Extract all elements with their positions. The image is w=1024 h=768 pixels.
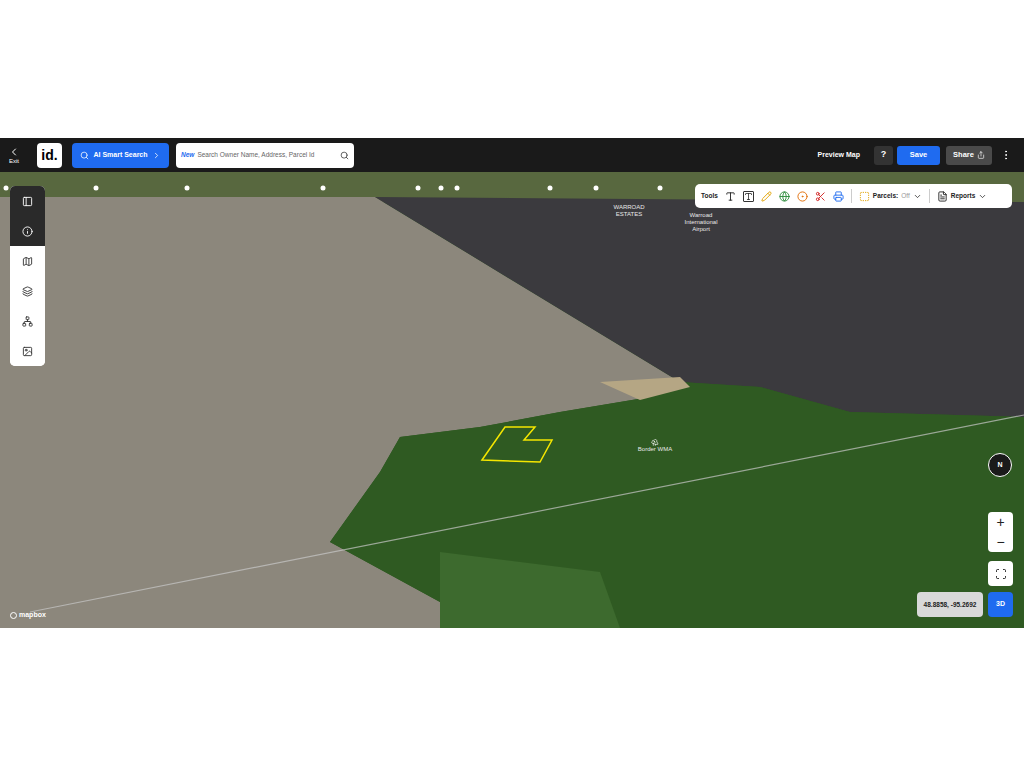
- terrain-drawing: [0, 172, 1024, 628]
- ai-search-button[interactable]: AI Smart Search: [72, 143, 169, 168]
- zoom-controls: +−: [988, 512, 1013, 552]
- road-shield: [548, 186, 553, 191]
- side-tool[interactable]: [10, 246, 45, 276]
- parcel-icon: [859, 191, 870, 202]
- road-shield: [439, 186, 444, 191]
- tool-icon: [22, 256, 33, 267]
- search-icon: [340, 151, 349, 160]
- road-shield: [594, 186, 599, 191]
- parcel-outline[interactable]: [482, 427, 552, 462]
- chevron-icon: [152, 151, 161, 160]
- divider: [929, 189, 930, 203]
- chevron-down-icon: [913, 192, 922, 201]
- back-icon: [8, 146, 20, 158]
- report-icon: [937, 191, 948, 202]
- road-shield: [658, 186, 663, 191]
- side-tool[interactable]: [10, 216, 45, 246]
- road-shield: [4, 186, 9, 191]
- divider: [851, 189, 852, 203]
- tool-icon: [22, 346, 33, 357]
- zoom-out-button[interactable]: −: [988, 532, 1013, 552]
- globe-icon[interactable]: [779, 191, 790, 202]
- scissors-icon[interactable]: [815, 191, 826, 202]
- chevron-down-icon: [978, 192, 987, 201]
- tool-icon: [22, 286, 33, 297]
- map-toolbar: ToolsParcels:OffReports: [695, 184, 1012, 208]
- road-shield: [94, 186, 99, 191]
- app: Exit id. AI Smart Search NewSearch Owner Na…: [0, 0, 1024, 768]
- map[interactable]: WARROAD ESTATES Warroad International Air…: [0, 172, 1024, 628]
- compass[interactable]: N: [988, 453, 1012, 477]
- text-icon[interactable]: [725, 191, 736, 202]
- fit-button[interactable]: [988, 561, 1013, 586]
- logo[interactable]: id.: [37, 143, 62, 168]
- search-icon: [80, 151, 89, 160]
- search-field[interactable]: NewSearch Owner Name, Address, Parcel Id: [176, 143, 354, 168]
- map-label: WARROAD ESTATES: [612, 204, 646, 218]
- side-toolbar: [10, 186, 45, 366]
- mapbox-icon: [10, 612, 17, 619]
- text-box-icon[interactable]: [743, 191, 754, 202]
- coordinates: 48.8858, -95.2692: [917, 592, 983, 617]
- circle-icon[interactable]: [797, 191, 808, 202]
- tool-icon: [22, 226, 33, 237]
- road-shield: [455, 186, 460, 191]
- share-button[interactable]: Share: [946, 146, 992, 165]
- road-shield: [185, 186, 190, 191]
- zoom-in-button[interactable]: +: [988, 512, 1013, 532]
- attribution: mapbox: [10, 610, 46, 621]
- pencil-icon[interactable]: [761, 191, 772, 202]
- fit-icon: [995, 568, 1007, 580]
- side-tool[interactable]: [10, 276, 45, 306]
- view-3d-button[interactable]: 3D: [988, 592, 1013, 617]
- tool-icon: [22, 196, 33, 207]
- exit-button[interactable]: Exit: [6, 146, 22, 165]
- side-tool[interactable]: [10, 336, 45, 366]
- save-button[interactable]: Save: [897, 146, 940, 165]
- printer-icon[interactable]: [833, 191, 844, 202]
- side-tool[interactable]: [10, 306, 45, 336]
- tool-icon: [22, 316, 33, 327]
- help-button[interactable]: ?: [874, 146, 893, 165]
- map-label: Border WMA: [632, 438, 678, 453]
- top-bar: Exit id. AI Smart Search NewSearch Owner Na…: [0, 138, 1024, 172]
- parcels-toggle[interactable]: Parcels:Off: [859, 191, 922, 202]
- map-label: Warroad International Airport: [684, 212, 718, 233]
- park-icon: [651, 438, 659, 446]
- reports-menu[interactable]: Reports: [937, 191, 988, 202]
- preview-map-button[interactable]: Preview Map: [818, 150, 860, 161]
- road-shield: [321, 186, 326, 191]
- share-icon: [977, 151, 985, 159]
- bottom-margin: [0, 628, 1024, 768]
- road-shield: [416, 186, 421, 191]
- top-margin: [0, 0, 1024, 138]
- more-icon[interactable]: [1000, 149, 1012, 161]
- side-tool[interactable]: [10, 186, 45, 216]
